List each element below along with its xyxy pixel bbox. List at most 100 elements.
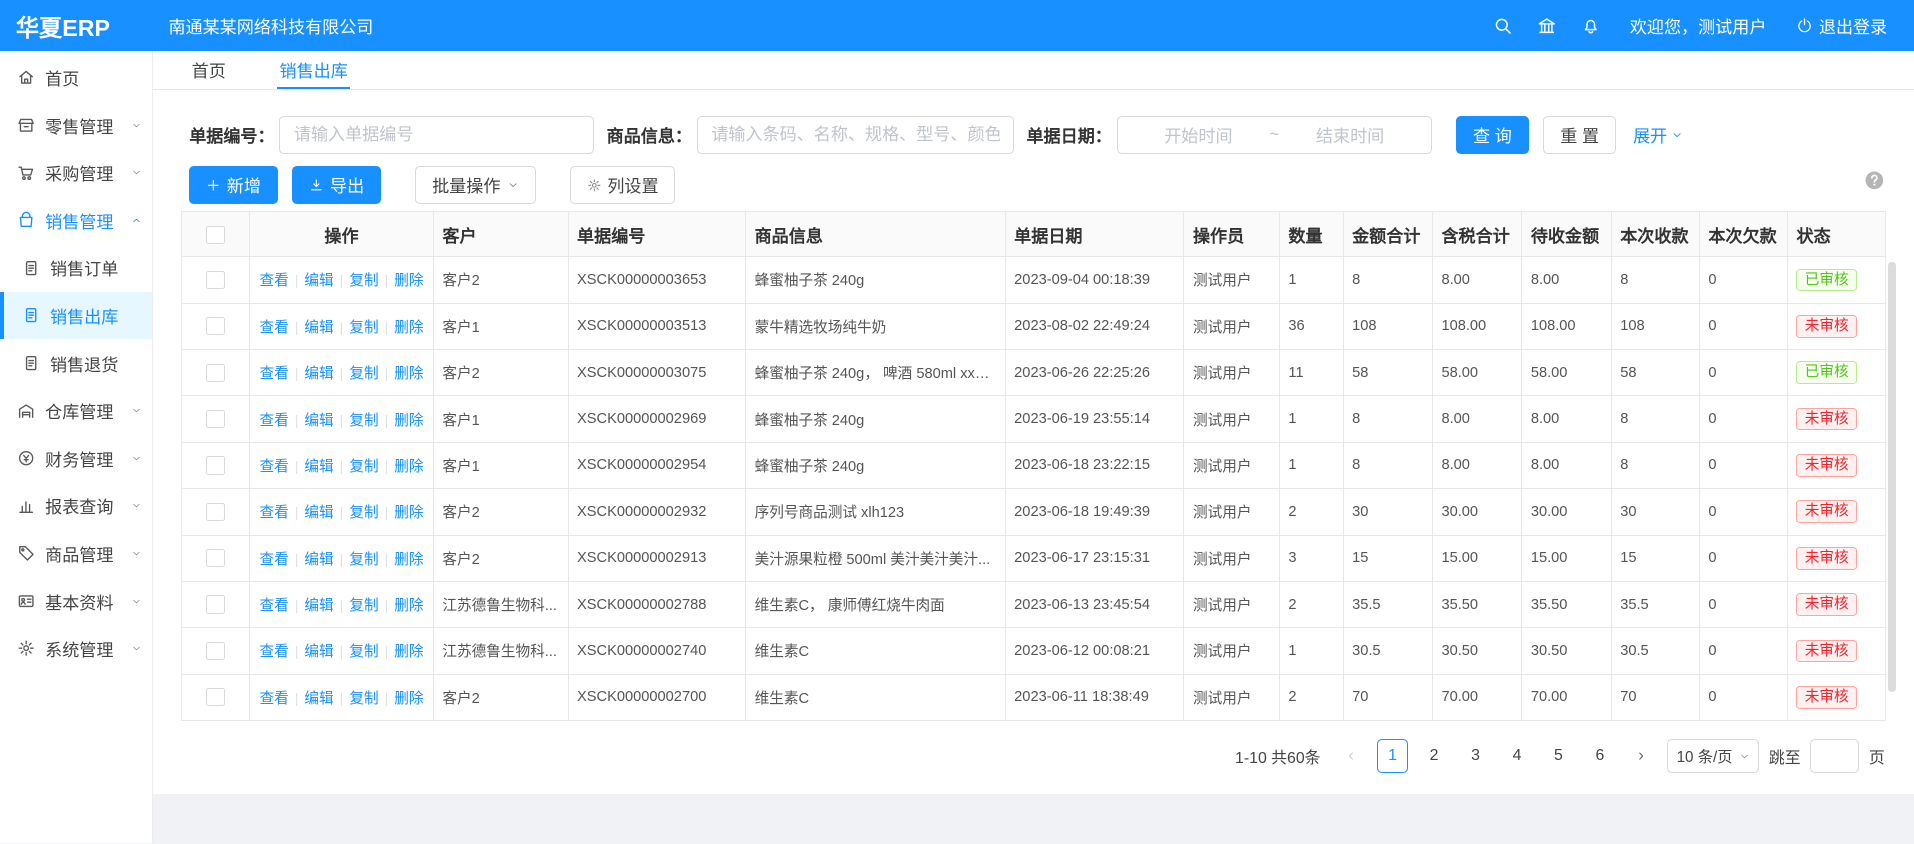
sidebar-item-sales-management[interactable]: 销售管理 <box>0 196 152 244</box>
sidebar-item-basic-data[interactable]: 基本资料 <box>0 577 152 625</box>
row-checkbox[interactable] <box>206 317 224 335</box>
row-action-copy[interactable]: 复制 <box>349 320 378 336</box>
row-action-copy[interactable]: 复制 <box>349 505 378 521</box>
cell-document-date: 2023-06-18 19:49:39 <box>1005 489 1184 535</box>
tab-home[interactable]: 首页 <box>189 51 228 89</box>
tab-sales-outbound[interactable]: 销售出库 <box>277 51 350 89</box>
row-action-view[interactable]: 查看 <box>259 413 288 429</box>
row-action-view[interactable]: 查看 <box>259 366 288 382</box>
question-icon[interactable] <box>1864 170 1885 191</box>
export-button[interactable]: 导出 <box>292 166 381 204</box>
row-action-copy[interactable]: 复制 <box>349 691 378 707</box>
jump-page-input[interactable] <box>1810 739 1859 773</box>
row-action-view[interactable]: 查看 <box>259 691 288 707</box>
page-button-2[interactable]: 2 <box>1418 739 1450 773</box>
row-action-edit[interactable]: 编辑 <box>304 552 333 568</box>
row-action-copy[interactable]: 复制 <box>349 413 378 429</box>
row-action-edit[interactable]: 编辑 <box>304 505 333 521</box>
row-checkbox[interactable] <box>206 456 224 474</box>
row-checkbox[interactable] <box>206 549 224 567</box>
date-start-placeholder[interactable]: 开始时间 <box>1130 122 1267 147</box>
logout-button[interactable]: 退出登录 <box>1796 13 1888 38</box>
search-icon[interactable] <box>1493 16 1513 36</box>
row-action-edit[interactable]: 编辑 <box>304 320 333 336</box>
row-action-copy[interactable]: 复制 <box>349 552 378 568</box>
select-all-checkbox[interactable] <box>206 226 224 244</box>
batch-operations-button[interactable]: 批量操作 <box>415 166 535 204</box>
doc-no-input[interactable] <box>279 116 594 154</box>
row-action-view[interactable]: 查看 <box>259 273 288 289</box>
prev-page-button[interactable] <box>1335 739 1367 773</box>
row-checkbox[interactable] <box>206 503 224 521</box>
row-action-view[interactable]: 查看 <box>259 320 288 336</box>
row-action-delete[interactable]: 删除 <box>394 644 423 660</box>
sidebar-item-retail-management[interactable]: 零售管理 <box>0 101 152 149</box>
row-action-delete[interactable]: 删除 <box>394 320 423 336</box>
column-settings-button[interactable]: 列设置 <box>570 166 676 204</box>
sidebar-item-sales-return[interactable]: 销售退货 <box>0 339 152 387</box>
row-action-edit[interactable]: 编辑 <box>304 413 333 429</box>
action-separator: | <box>340 598 343 613</box>
row-action-edit[interactable]: 编辑 <box>304 273 333 289</box>
search-button[interactable]: 查 询 <box>1456 116 1529 154</box>
row-checkbox[interactable] <box>206 595 224 613</box>
row-action-delete[interactable]: 删除 <box>394 366 423 382</box>
row-action-view[interactable]: 查看 <box>259 598 288 614</box>
date-range-picker[interactable]: 开始时间 ~ 结束时间 <box>1117 116 1432 154</box>
row-checkbox[interactable] <box>206 364 224 382</box>
sidebar-item-sales-outbound[interactable]: 销售出库 <box>0 292 152 340</box>
row-select-cell <box>181 442 250 488</box>
row-action-copy[interactable]: 复制 <box>349 598 378 614</box>
row-checkbox[interactable] <box>206 688 224 706</box>
row-action-edit[interactable]: 编辑 <box>304 598 333 614</box>
row-action-delete[interactable]: 删除 <box>394 691 423 707</box>
sidebar-item-home[interactable]: 首页 <box>0 54 152 102</box>
row-action-view[interactable]: 查看 <box>259 552 288 568</box>
page-size-select[interactable]: 10 条/页 <box>1667 739 1759 773</box>
row-action-view[interactable]: 查看 <box>259 505 288 521</box>
app-logo[interactable]: 华夏ERP <box>0 9 153 43</box>
page-button-5[interactable]: 5 <box>1543 739 1575 773</box>
sidebar-item-warehouse-management[interactable]: 仓库管理 <box>0 387 152 435</box>
table-scrollbar[interactable] <box>1888 262 1895 692</box>
add-button[interactable]: 新增 <box>189 166 278 204</box>
row-action-edit[interactable]: 编辑 <box>304 644 333 660</box>
row-action-edit[interactable]: 编辑 <box>304 459 333 475</box>
row-action-copy[interactable]: 复制 <box>349 366 378 382</box>
row-checkbox[interactable] <box>206 271 224 289</box>
row-action-delete[interactable]: 删除 <box>394 505 423 521</box>
page-button-4[interactable]: 4 <box>1501 739 1533 773</box>
building-icon[interactable] <box>1537 16 1557 36</box>
row-action-edit[interactable]: 编辑 <box>304 691 333 707</box>
page-button-6[interactable]: 6 <box>1584 739 1616 773</box>
row-action-copy[interactable]: 复制 <box>349 644 378 660</box>
expand-toggle[interactable]: 展开 <box>1633 122 1683 147</box>
row-action-edit[interactable]: 编辑 <box>304 366 333 382</box>
row-action-view[interactable]: 查看 <box>259 459 288 475</box>
page-button-1[interactable]: 1 <box>1377 739 1409 773</box>
sidebar-item-goods-management[interactable]: 商品管理 <box>0 530 152 578</box>
sidebar-item-finance-management[interactable]: 财务管理 <box>0 434 152 482</box>
row-action-delete[interactable]: 删除 <box>394 413 423 429</box>
bell-icon[interactable] <box>1581 16 1601 36</box>
row-action-delete[interactable]: 删除 <box>394 552 423 568</box>
row-action-delete[interactable]: 删除 <box>394 273 423 289</box>
sidebar-item-report-query[interactable]: 报表查询 <box>0 482 152 530</box>
page-button-3[interactable]: 3 <box>1460 739 1492 773</box>
cell-pending-amount: 8.00 <box>1522 442 1611 488</box>
row-action-copy[interactable]: 复制 <box>349 459 378 475</box>
row-action-view[interactable]: 查看 <box>259 644 288 660</box>
product-info-input[interactable] <box>697 116 1014 154</box>
next-page-button[interactable] <box>1626 739 1658 773</box>
cell-operator: 测试用户 <box>1184 257 1279 303</box>
row-action-delete[interactable]: 删除 <box>394 459 423 475</box>
row-action-copy[interactable]: 复制 <box>349 273 378 289</box>
row-action-delete[interactable]: 删除 <box>394 598 423 614</box>
sidebar-item-purchase-management[interactable]: 采购管理 <box>0 149 152 197</box>
reset-button[interactable]: 重 置 <box>1543 116 1616 154</box>
row-checkbox[interactable] <box>206 410 224 428</box>
date-end-placeholder[interactable]: 结束时间 <box>1282 122 1419 147</box>
sidebar-item-system-management[interactable]: 系统管理 <box>0 625 152 673</box>
row-checkbox[interactable] <box>206 642 224 660</box>
sidebar-item-sales-order[interactable]: 销售订单 <box>0 244 152 292</box>
